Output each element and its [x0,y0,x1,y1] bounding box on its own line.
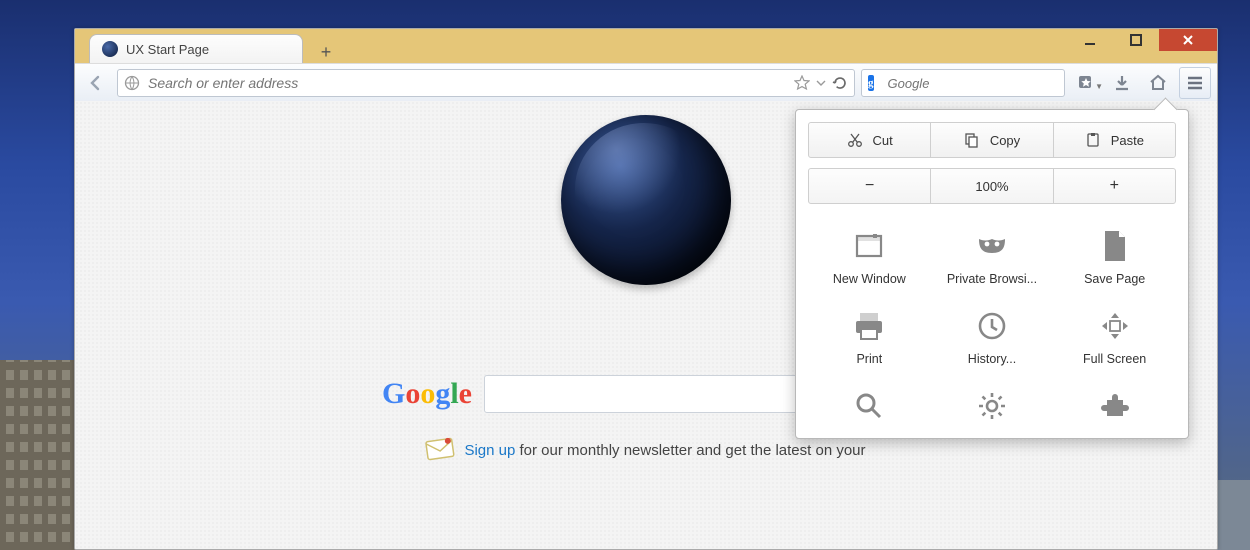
url-input[interactable] [146,74,788,92]
zoom-level-label: 100% [975,179,1008,194]
copy-icon [964,132,980,148]
window-close-button[interactable] [1159,29,1217,51]
new-tab-button[interactable]: + [313,41,339,63]
newsletter-row: Sign up for our monthly newsletter and g… [426,439,865,461]
paste-label: Paste [1111,133,1144,148]
copy-label: Copy [990,133,1020,148]
menu-private-browsing[interactable]: Private Browsi... [931,222,1054,296]
zoom-reset-button[interactable]: 100% [930,168,1053,204]
menu-grid: New Window Private Browsi... Save Page P… [808,222,1176,434]
menu-item-label: Save Page [1084,272,1145,286]
home-icon [1148,73,1168,93]
puzzle-icon [1097,388,1133,424]
copy-button[interactable]: Copy [930,122,1053,158]
search-icon [851,388,887,424]
plus-icon: + [321,42,332,63]
edit-controls: Cut Copy Paste [808,122,1176,158]
mask-icon [974,228,1010,264]
downloads-button[interactable] [1107,68,1137,98]
search-input[interactable] [886,75,1068,92]
nav-toolbar: g ▼ [75,63,1217,103]
search-bar[interactable]: g [861,69,1065,97]
home-button[interactable] [1143,68,1173,98]
signup-link[interactable]: Sign up [464,442,515,459]
app-menu-panel: Cut Copy Paste − 100% + New Window P [795,109,1189,439]
menu-new-window[interactable]: New Window [808,222,931,296]
chevron-down-icon: ▼ [1095,82,1103,91]
menu-save-page[interactable]: Save Page [1053,222,1176,296]
menu-fullscreen[interactable]: Full Screen [1053,302,1176,376]
reload-icon[interactable] [832,75,848,91]
cut-button[interactable]: Cut [808,122,931,158]
tab-favicon [102,41,118,57]
fullscreen-icon [1097,308,1133,344]
nightly-globe-logo [561,115,731,285]
cut-label: Cut [873,133,893,148]
browser-window: UX Start Page + g [74,28,1218,550]
zoom-out-button[interactable]: − [808,168,931,204]
menu-find[interactable] [808,382,931,434]
menu-history[interactable]: History... [931,302,1054,376]
hamburger-icon [1186,74,1204,92]
download-icon [1112,73,1132,93]
printer-icon [851,308,887,344]
plus-icon: + [1110,177,1119,195]
tab-active[interactable]: UX Start Page [89,34,303,63]
google-logo: Google [382,377,472,411]
bookmark-star-icon[interactable] [794,75,810,91]
back-arrow-icon [86,73,106,93]
clock-icon [974,308,1010,344]
tab-strip: UX Start Page + [89,33,339,63]
menu-item-label: Full Screen [1083,352,1146,366]
search-engine-icon[interactable]: g [868,75,874,91]
bookmarks-menu-button[interactable]: ▼ [1071,68,1101,98]
url-bar[interactable] [117,69,855,97]
titlebar: UX Start Page + [75,29,1217,63]
menu-item-label: New Window [833,272,906,286]
minimize-icon [1084,34,1096,46]
globe-icon [124,75,140,91]
zoom-in-button[interactable]: + [1053,168,1176,204]
paste-button[interactable]: Paste [1053,122,1176,158]
menu-print[interactable]: Print [808,302,931,376]
window-maximize-button[interactable] [1113,29,1159,51]
cut-icon [847,132,863,148]
dropmarker-icon[interactable] [816,78,826,88]
zoom-controls: − 100% + [808,168,1176,204]
envelope-icon [425,437,456,463]
bookmarks-icon [1077,74,1095,92]
menu-preferences[interactable] [931,382,1054,434]
menu-item-label: Print [856,352,882,366]
gear-icon [974,388,1010,424]
menu-item-label: Private Browsi... [947,272,1037,286]
menu-item-label: History... [968,352,1016,366]
window-icon [851,228,887,264]
page-icon [1097,228,1133,264]
maximize-icon [1130,34,1142,46]
paste-icon [1085,132,1101,148]
minus-icon: − [865,177,874,195]
window-minimize-button[interactable] [1067,29,1113,51]
tab-title: UX Start Page [126,42,209,57]
close-icon [1181,33,1195,47]
newsletter-text: for our monthly newsletter and get the l… [515,442,865,459]
menu-addons[interactable] [1053,382,1176,434]
menu-button[interactable] [1179,67,1211,99]
back-button[interactable] [81,68,111,98]
